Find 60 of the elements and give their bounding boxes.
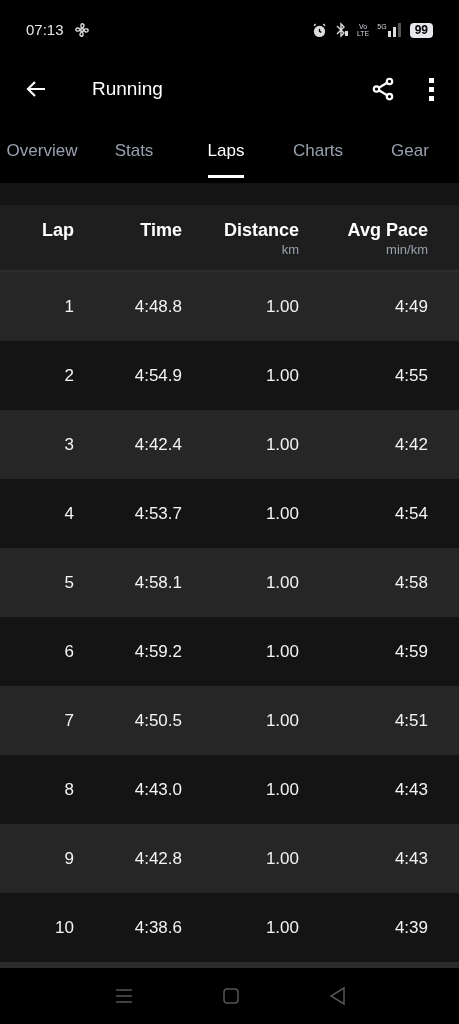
table-cell-text: 1.00 [265,502,299,525]
table-cell-text: 4:51 [394,709,428,732]
table-cell-text: 4 [64,502,74,525]
battery-indicator: 99 [409,22,433,38]
table-cell-text: 10 [55,916,74,939]
table-cell-text: 4:50.5 [134,709,182,732]
column-header: Lap [42,219,74,241]
table-cell-text: 1.00 [265,571,299,594]
table-cell-text: 4:59.2 [134,640,182,663]
tab[interactable]: Overview [0,118,88,183]
table-cell-text: 4:54.9 [134,364,182,387]
tab[interactable]: Laps [180,118,272,183]
table-cell-text: 7 [64,709,74,732]
column-header: Avg Pace [347,219,428,241]
table-cell-text: 2 [64,364,74,387]
table-cell-text: 4:43 [394,778,428,801]
back-icon[interactable] [328,987,345,1005]
tab[interactable]: Gear [364,118,456,183]
column-header: Time [140,219,182,241]
table-cell-text: 4:49 [394,295,428,318]
column-unit: km [281,241,299,259]
table-cell-text: 4:58.1 [134,571,182,594]
table-cell-text: 4:39 [394,916,428,939]
table-cell-text: 3 [64,433,74,456]
table-cell-text: 1.00 [265,640,299,663]
table-cell-text: 1.00 [265,916,299,939]
column-header: Distance [223,219,299,241]
table-cell-text: 1.00 [265,709,299,732]
fan-icon [73,22,90,38]
table-cell-text: 4:59 [394,640,428,663]
table-cell-text: 8 [64,778,74,801]
table-cell-text: 1 [64,295,74,318]
table-cell-text: 4:43.0 [134,778,182,801]
signal-icon [387,23,402,37]
table-cell-text: 1.00 [265,778,299,801]
table-cell-text: 4:42.4 [134,433,182,456]
table-cell-text: 1.00 [265,364,299,387]
table-cell-text: 4:42.8 [134,847,182,870]
table-cell-text: 4:48.8 [134,295,182,318]
table-cell-text: 4:38.6 [134,916,182,939]
table-cell-text: 4:54 [394,502,428,525]
table-cell-text: 5 [64,571,74,594]
table-cell-text: 1.00 [265,295,299,318]
tab[interactable]: Charts [272,118,364,183]
screen-title: Running [92,76,163,101]
table-cell-text: 4:53.7 [134,502,182,525]
table-cell-text: 1.00 [265,847,299,870]
column-unit: min/km [386,241,428,259]
bluetooth-icon [334,22,349,38]
status-time: 07:13 [26,19,64,40]
table-cell-text: 6 [64,640,74,663]
table-cell-text: 4:58 [394,571,428,594]
alarm-icon [311,22,327,38]
tab[interactable]: Stats [88,118,180,183]
home-icon[interactable] [222,988,239,1004]
table-cell-text: 1.00 [265,433,299,456]
table-cell-text: 4:42 [394,433,428,456]
table-cell-text: 4:55 [394,364,428,387]
table-cell-text: 9 [64,847,74,870]
table-cell-text: 4:43 [394,847,428,870]
